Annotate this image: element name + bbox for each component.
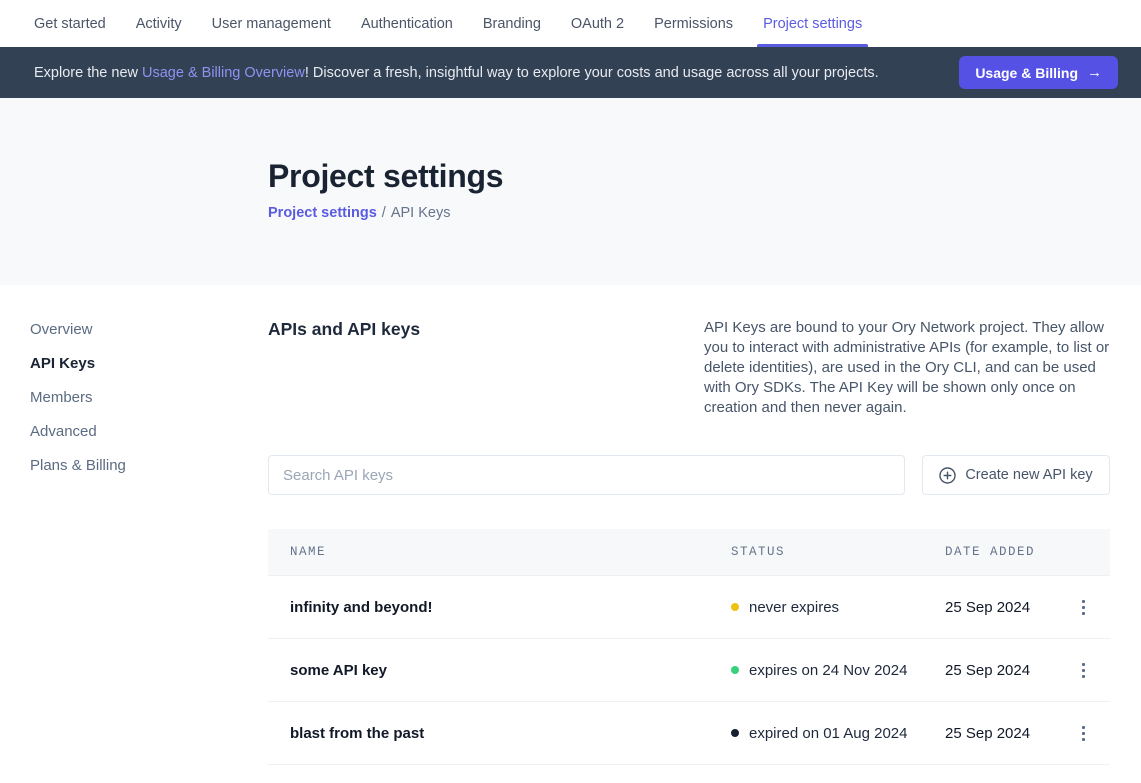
breadcrumb-separator: / [382, 205, 386, 221]
row-actions [1056, 656, 1110, 684]
kebab-menu-icon[interactable] [1069, 656, 1097, 684]
api-key-date-added: 25 Sep 2024 [945, 662, 1056, 679]
row-actions [1056, 593, 1110, 621]
sidebar-item-api-keys[interactable]: API Keys [30, 353, 230, 374]
breadcrumb-project-settings-link[interactable]: Project settings [268, 205, 377, 221]
nav-item-project-settings[interactable]: Project settings [763, 0, 862, 47]
announcement-banner: Explore the new Usage & Billing Overview… [0, 47, 1141, 98]
api-key-name: blast from the past [268, 725, 731, 742]
page-header: Project settings Project settings / API … [0, 98, 1141, 285]
table-row: some API key expires on 24 Nov 2024 25 S… [268, 639, 1110, 702]
section-intro: APIs and API keys API Keys are bound to … [268, 318, 1110, 418]
banner-text-suffix: ! Discover a fresh, insightful way to ex… [305, 65, 879, 81]
breadcrumb: Project settings / API Keys [268, 205, 1141, 221]
page-title: Project settings [268, 158, 1141, 195]
nav-item-branding[interactable]: Branding [483, 0, 541, 47]
banner-text: Explore the new Usage & Billing Overview… [34, 65, 879, 81]
api-key-status: expired on 01 Aug 2024 [731, 725, 945, 742]
api-key-name: infinity and beyond! [268, 599, 731, 616]
table-row: blast from the past expired on 01 Aug 20… [268, 702, 1110, 765]
api-key-date-added: 25 Sep 2024 [945, 599, 1056, 616]
content-region: Overview API Keys Members Advanced Plans… [0, 285, 1141, 783]
kebab-menu-icon[interactable] [1069, 593, 1097, 621]
usage-billing-button-label: Usage & Billing [975, 65, 1078, 81]
nav-item-oauth2[interactable]: OAuth 2 [571, 0, 624, 47]
sidebar-item-overview[interactable]: Overview [30, 319, 230, 340]
api-keys-toolbar: Create new API key [268, 455, 1110, 495]
api-keys-table: NAME STATUS DATE ADDED infinity and beyo… [268, 529, 1110, 765]
table-header-row: NAME STATUS DATE ADDED [268, 529, 1110, 576]
plus-circle-icon [939, 467, 956, 484]
search-api-keys-input[interactable] [268, 455, 905, 495]
usage-billing-button[interactable]: Usage & Billing → [959, 56, 1118, 89]
status-text: expires on 24 Nov 2024 [749, 662, 907, 679]
api-keys-panel: APIs and API keys API Keys are bound to … [268, 285, 1110, 765]
nav-item-authentication[interactable]: Authentication [361, 0, 453, 47]
status-text: never expires [749, 599, 839, 616]
status-text: expired on 01 Aug 2024 [749, 725, 907, 742]
table-row: infinity and beyond! never expires 25 Se… [268, 576, 1110, 639]
row-actions [1056, 719, 1110, 747]
section-description: API Keys are bound to your Ory Network p… [704, 318, 1110, 418]
nav-item-user-management[interactable]: User management [212, 0, 331, 47]
breadcrumb-current: API Keys [391, 205, 451, 221]
status-dot [731, 729, 739, 737]
status-dot [731, 666, 739, 674]
api-key-status: expires on 24 Nov 2024 [731, 662, 945, 679]
column-header-date-added: DATE ADDED [945, 545, 1056, 559]
nav-item-permissions[interactable]: Permissions [654, 0, 733, 47]
nav-item-activity[interactable]: Activity [136, 0, 182, 47]
column-header-name: NAME [268, 545, 731, 559]
arrow-right-icon: → [1087, 64, 1102, 81]
kebab-menu-icon[interactable] [1069, 719, 1097, 747]
sidebar-item-plans-billing[interactable]: Plans & Billing [30, 455, 230, 476]
api-key-date-added: 25 Sep 2024 [945, 725, 1056, 742]
create-api-key-button[interactable]: Create new API key [922, 455, 1110, 495]
top-navigation: Get started Activity User management Aut… [0, 0, 1141, 47]
sidebar-item-advanced[interactable]: Advanced [30, 421, 230, 442]
status-dot [731, 603, 739, 611]
section-title: APIs and API keys [268, 318, 704, 340]
column-header-status: STATUS [731, 545, 945, 559]
api-key-name: some API key [268, 662, 731, 679]
usage-billing-overview-link[interactable]: Usage & Billing Overview [142, 65, 305, 81]
sidebar-item-members[interactable]: Members [30, 387, 230, 408]
settings-sidebar: Overview API Keys Members Advanced Plans… [30, 319, 230, 476]
banner-text-prefix: Explore the new [34, 65, 142, 81]
api-key-status: never expires [731, 599, 945, 616]
create-api-key-button-label: Create new API key [965, 467, 1092, 483]
nav-item-get-started[interactable]: Get started [34, 0, 106, 47]
